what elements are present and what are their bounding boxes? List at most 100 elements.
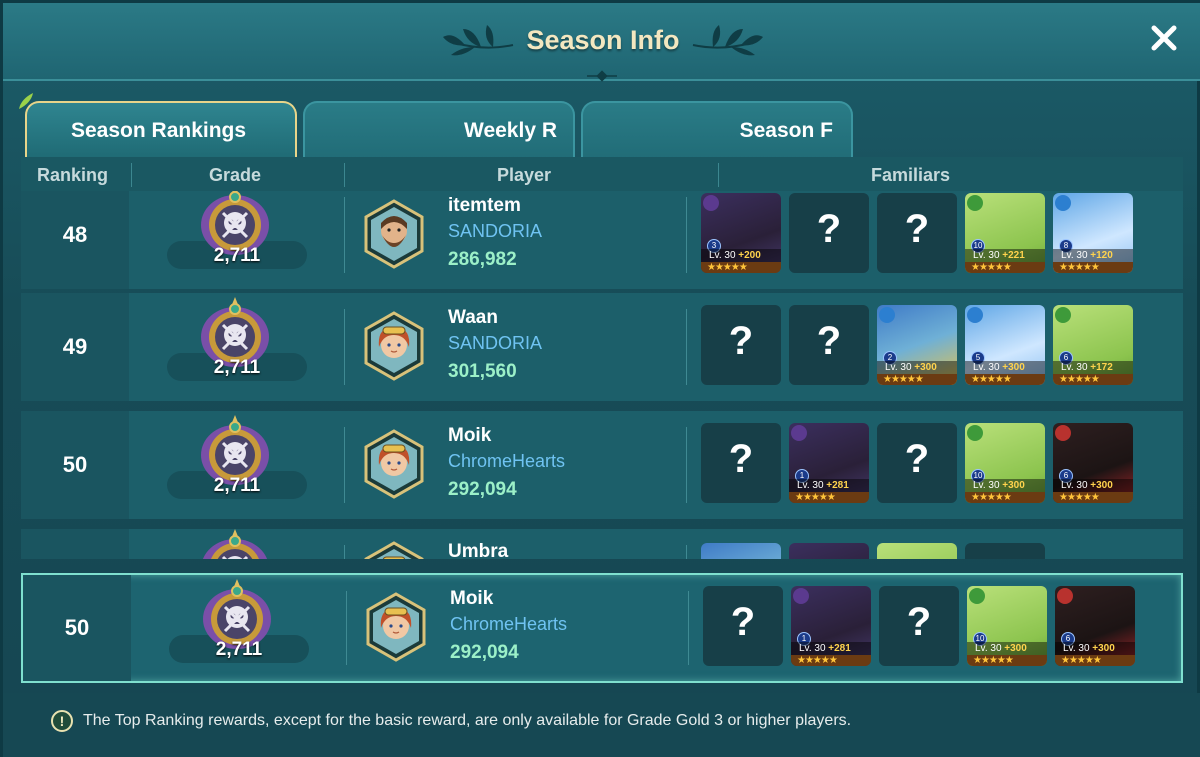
bearded-man-avatar: [364, 199, 424, 269]
column-header-ranking: Ranking: [37, 165, 109, 185]
player-avatar[interactable]: [365, 592, 427, 662]
column-divider: [346, 591, 347, 665]
column-divider: [344, 427, 345, 503]
rank-number: 50: [64, 615, 90, 640]
question-mark-icon: ?: [728, 437, 754, 481]
my-ranking-row[interactable]: 50 2,711 Moik ChromeHearts 292,094? 1 Lv. 30 +…: [21, 573, 1183, 683]
star-rating: ★★★★★: [1053, 492, 1133, 503]
familiar-unknown-slot[interactable]: ?: [701, 423, 781, 503]
familiar-card-water-dragon[interactable]: 2 Lv. 30 +300 ★★★★★: [877, 305, 957, 385]
ranking-list[interactable]: 48 2,711 itemtem SANDORIA 286,982 3 Lv. 30 +20…: [21, 191, 1183, 559]
column-divider: [686, 197, 687, 273]
element-wood-icon: [967, 425, 983, 441]
familiar-card-dark-bull[interactable]: 3 Lv. 30 +200 ★★★★★: [701, 193, 781, 273]
guild-name[interactable]: ChromeHearts: [448, 451, 565, 472]
star-rating: ★★★★★: [877, 374, 957, 385]
star-rating: ★★★★★: [1053, 374, 1133, 385]
familiar-card-dark-bull[interactable]: 1 Lv. 30 +281 ★★★★★: [789, 423, 869, 503]
familiar-card-dark-bull[interactable]: 1 Lv. 30 +281 ★★★★★: [791, 586, 871, 666]
column-divider: [718, 163, 719, 187]
player-avatar[interactable]: [363, 199, 425, 269]
guild-name[interactable]: ChromeHearts: [450, 614, 567, 635]
question-mark-icon: ?: [906, 600, 932, 644]
tab-season-rewards[interactable]: Season F: [581, 101, 853, 159]
player-avatar[interactable]: [363, 311, 425, 381]
column-divider: [344, 545, 345, 559]
tab-weekly-rankings[interactable]: Weekly R: [303, 101, 575, 159]
combat-power: 292,094: [450, 642, 519, 663]
tab-season-rankings[interactable]: Season Rankings: [25, 101, 297, 159]
table-row[interactable]: 48 2,711 itemtem SANDORIA 286,982 3 Lv. 30 +20…: [21, 191, 1183, 289]
grade-score: 2,711: [213, 245, 261, 266]
familiar-bonus: +221: [1002, 250, 1025, 261]
familiar-card-green-sprout[interactable]: 10 Lv. 30 +221 ★★★★★: [965, 193, 1045, 273]
familiar-unknown-slot[interactable]: ?: [789, 193, 869, 273]
familiar-card-green-sprout[interactable]: 6 Lv. 30 +172 ★★★★★: [1053, 305, 1133, 385]
familiar-card-green-sprout[interactable]: [877, 543, 957, 559]
player-avatar[interactable]: [363, 541, 425, 559]
question-mark-icon: ?: [904, 437, 930, 481]
column-divider: [344, 197, 345, 273]
familiar-card-fire-cat[interactable]: 6 Lv. 30 +300 ★★★★★: [1055, 586, 1135, 666]
rank-number: 48: [62, 222, 88, 247]
familiar-unknown-slot[interactable]: ?: [879, 586, 959, 666]
grade-badge: 2,711: [167, 411, 307, 511]
familiar-bonus: +300: [1002, 362, 1025, 373]
table-row[interactable]: 50 2,711 Moik ChromeHearts 292,094? 1 Lv. 30 +…: [21, 411, 1183, 519]
leaf-ornament-icon: [692, 25, 763, 56]
familiar-level: Lv. 30 +281: [791, 642, 871, 656]
question-mark-icon: ?: [816, 319, 842, 363]
player-avatar[interactable]: [363, 429, 425, 499]
table-row[interactable]: Umbra: [21, 529, 1183, 559]
familiar-bonus: +300: [914, 362, 937, 373]
goggle-girl-avatar: [366, 592, 426, 662]
element-fire-icon: [1055, 425, 1071, 441]
familiar-card-fire-cat[interactable]: 6 Lv. 30 +300 ★★★★★: [1053, 423, 1133, 503]
familiar-unknown-slot[interactable]: ?: [789, 305, 869, 385]
column-divider: [686, 545, 687, 559]
column-divider: [344, 309, 345, 385]
header-bar: Season Info: [3, 3, 1200, 82]
page-title: Season Info: [526, 25, 680, 55]
column-divider: [686, 427, 687, 503]
star-rating: ★★★★★: [967, 655, 1047, 666]
column-header-grade: Grade: [209, 165, 262, 185]
guild-name[interactable]: SANDORIA: [448, 333, 542, 354]
familiar-level: Lv. 30 +300: [1055, 642, 1135, 656]
guild-name[interactable]: SANDORIA: [448, 221, 542, 242]
table-row[interactable]: 49 2,711 Waan SANDORIA 301,560?? 2 Lv. 30 +300…: [21, 293, 1183, 401]
familiar-card-green-sprout[interactable]: 10 Lv. 30 +300 ★★★★★: [967, 586, 1047, 666]
combat-power: 286,982: [448, 249, 517, 270]
grade-score: 2,711: [215, 639, 263, 660]
star-rating: ★★★★★: [789, 492, 869, 503]
familiar-level: Lv. 30 +281: [789, 479, 869, 493]
close-icon[interactable]: [1147, 21, 1181, 55]
familiar-unknown-slot[interactable]: [965, 543, 1045, 559]
player-name: Waan: [448, 307, 498, 328]
element-wood-icon: [1055, 307, 1071, 323]
star-rating: ★★★★★: [791, 655, 871, 666]
combat-power: 301,560: [448, 361, 517, 382]
familiar-bonus: +172: [1090, 362, 1113, 373]
column-divider: [344, 163, 345, 187]
familiar-card-green-sprout[interactable]: 10 Lv. 30 +300 ★★★★★: [965, 423, 1045, 503]
familiar-card-water-dragon[interactable]: [701, 543, 781, 559]
element-dark-icon: [703, 195, 719, 211]
familiar-unknown-slot[interactable]: ?: [877, 193, 957, 273]
star-rating: ★★★★★: [965, 492, 1045, 503]
familiar-card-dark-bull[interactable]: [789, 543, 869, 559]
column-divider: [686, 309, 687, 385]
grade-badge: [167, 525, 307, 559]
familiar-level: Lv. 30 +300: [965, 361, 1045, 375]
familiar-unknown-slot[interactable]: ?: [703, 586, 783, 666]
star-rating: ★★★★★: [965, 262, 1045, 273]
familiar-unknown-slot[interactable]: ?: [701, 305, 781, 385]
rank-number: 49: [62, 334, 88, 359]
grade-badge: 2,711: [167, 191, 307, 281]
familiar-bonus: +300: [1004, 643, 1027, 654]
column-header-player: Player: [497, 165, 552, 185]
familiar-card-water-puff[interactable]: 5 Lv. 30 +300 ★★★★★: [965, 305, 1045, 385]
element-water-icon: [967, 307, 983, 323]
familiar-card-water-puff[interactable]: 8 Lv. 30 +120 ★★★★★: [1053, 193, 1133, 273]
familiar-unknown-slot[interactable]: ?: [877, 423, 957, 503]
